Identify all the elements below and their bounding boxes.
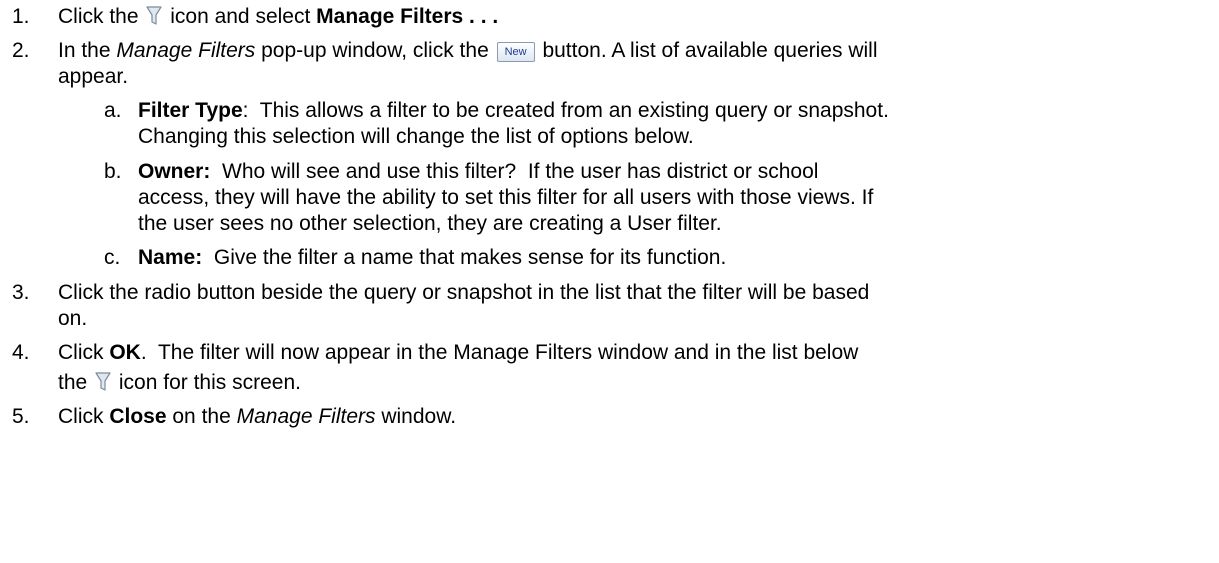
step-text: In the <box>58 39 111 62</box>
substep-b-cont: access, they will have the ability to se… <box>138 186 874 209</box>
substep-letter: b. <box>104 160 122 183</box>
step-bold-text: Manage Filters . . . <box>316 5 499 28</box>
substep-text: Give the filter a name that makes sense … <box>202 246 727 269</box>
step-bold-text: OK <box>109 341 141 364</box>
step-text: the <box>58 371 88 394</box>
step-number: 4. <box>12 341 30 364</box>
step-2-cont: appear. <box>58 65 129 88</box>
step-number: 1. <box>12 5 30 28</box>
substep-a: Filter Type: This allows a filter to be … <box>138 98 889 124</box>
step-3: Click the radio button beside the query … <box>58 281 870 304</box>
substep-text: : This allows a filter to be created fro… <box>242 99 889 122</box>
step-text: on the <box>172 405 231 428</box>
step-text: icon and select <box>170 5 311 28</box>
step-5: Click Close on the Manage Filters window… <box>58 404 456 430</box>
step-3-cont: on. <box>58 307 88 330</box>
substep-bold-text: Filter Type <box>138 99 243 122</box>
window-name: Manage Filters <box>116 39 256 62</box>
step-text: Click <box>58 405 104 428</box>
step-text: icon for this screen. <box>118 371 301 394</box>
filter-icon <box>95 372 111 391</box>
new-button: New <box>496 42 535 62</box>
step-text: button. A list of available queries will <box>542 39 878 62</box>
substep-letter: c. <box>104 246 121 269</box>
step-1: Click the icon and select Manage Filters… <box>58 4 498 30</box>
filter-icon <box>146 6 162 25</box>
substep-b-cont: the user sees no other selection, they a… <box>138 212 722 235</box>
substep-c: Name: Give the filter a name that makes … <box>138 245 726 271</box>
step-number: 3. <box>12 281 30 304</box>
step-text: Click <box>58 341 104 364</box>
substep-a-cont: Changing this selection will change the … <box>138 125 694 148</box>
step-text: pop-up window, click the <box>261 39 489 62</box>
substep-b: Owner: Who will see and use this filter?… <box>138 159 818 185</box>
instructions-document: 1. Click the icon and select Manage Filt… <box>0 0 1219 563</box>
step-4-cont: the icon for this screen. <box>58 370 301 396</box>
step-number: 2. <box>12 39 30 62</box>
step-2: In the Manage Filters pop-up window, cli… <box>58 38 877 64</box>
window-name: Manage Filters <box>236 405 376 428</box>
substep-letter: a. <box>104 99 122 122</box>
step-bold-text: Close <box>109 405 167 428</box>
step-text: window. <box>381 405 457 428</box>
substep-bold-text: Name: <box>138 246 203 269</box>
step-4: Click OK. The filter will now appear in … <box>58 340 858 366</box>
substep-text: Who will see and use this filter? If the… <box>210 160 819 183</box>
step-text: Click the <box>58 5 139 28</box>
substep-bold-text: Owner: <box>138 160 211 183</box>
step-number: 5. <box>12 405 30 428</box>
step-text: . The filter will now appear in the Mana… <box>140 341 859 364</box>
